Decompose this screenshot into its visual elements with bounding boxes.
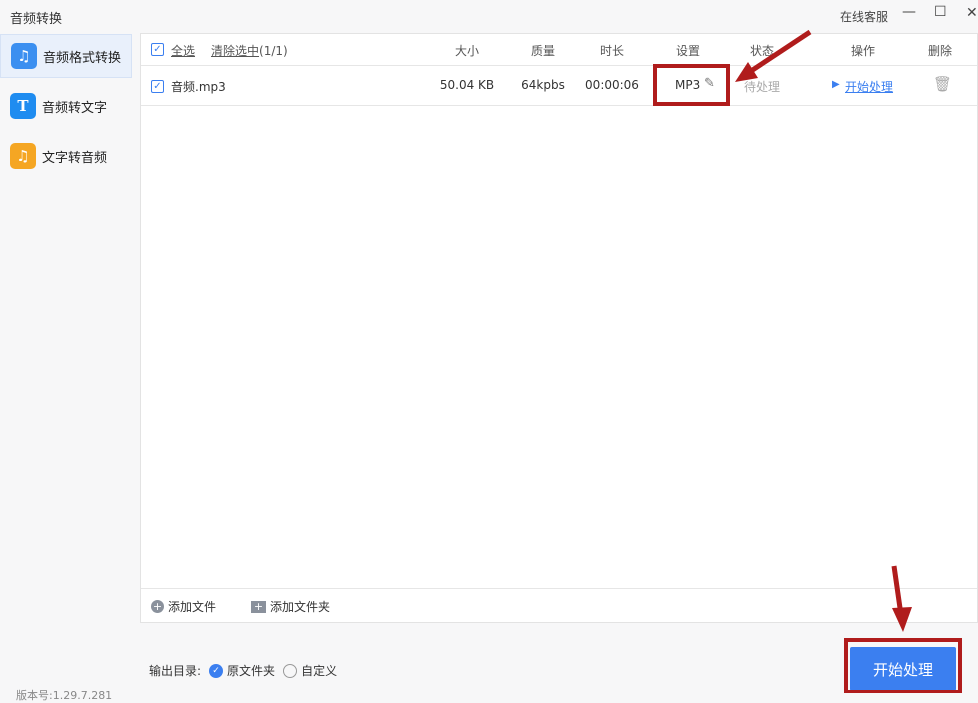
add-file-button[interactable]: + 添加文件 — [151, 598, 216, 615]
music-convert-icon: ♫ — [11, 43, 37, 69]
custom-label[interactable]: 自定义 — [301, 662, 337, 679]
row-checkbox[interactable]: ✓ — [151, 80, 164, 93]
folder-plus-icon: + — [251, 600, 266, 613]
col-settings: 设置 — [675, 44, 701, 58]
sidebar-item-audio-to-text[interactable]: T 音频转文字 — [0, 84, 132, 128]
col-size: 大小 — [454, 44, 480, 58]
file-name: 音频.mp3 — [171, 80, 226, 94]
trash-icon[interactable]: 🗑 — [933, 75, 952, 93]
table-row: ✓ 音频.mp3 50.04 KB 64kpbs 00:00:06 MP3 ✎ … — [141, 66, 977, 106]
sidebar-item-label: 音频格式转换 — [43, 50, 122, 66]
output-directory: 输出目录: ✓ 原文件夹 自定义 — [149, 662, 337, 679]
file-size: 50.04 KB — [439, 78, 495, 92]
start-process-button[interactable]: 开始处理 — [850, 647, 956, 691]
add-folder-label: 添加文件夹 — [270, 600, 331, 614]
output-label: 输出目录: — [149, 664, 202, 678]
maximize-button[interactable]: ☐ — [934, 4, 947, 20]
minimize-button[interactable]: — — [902, 4, 916, 20]
list-header: ✓ 全选 清除选中(1/1) 大小 质量 时长 设置 状态 操作 删除 — [141, 34, 977, 66]
sidebar-item-audio-format-convert[interactable]: ♫ 音频格式转换 — [0, 34, 132, 78]
select-all-checkbox[interactable]: ✓ — [151, 43, 164, 56]
window-title: 音频转换 — [10, 12, 63, 27]
play-icon[interactable]: ▶ — [832, 79, 840, 90]
status-text: 待处理 — [743, 80, 781, 94]
select-all-link[interactable]: 全选 — [171, 42, 195, 59]
online-support-link[interactable]: 在线客服 — [840, 8, 888, 25]
file-duration: 00:00:06 — [585, 78, 639, 92]
music-note-icon: ♫ — [10, 143, 36, 169]
add-file-label: 添加文件 — [168, 600, 217, 614]
text-t-icon: T — [10, 93, 36, 119]
file-quality: 64kpbs — [521, 78, 565, 92]
col-action: 操作 — [850, 44, 876, 58]
col-quality: 质量 — [530, 44, 556, 58]
plus-circle-icon: + — [151, 600, 164, 613]
original-folder-label[interactable]: 原文件夹 — [227, 662, 275, 679]
version-text: 版本号:1.29.7.281 — [16, 689, 113, 702]
col-delete: 删除 — [927, 44, 953, 58]
add-folder-button[interactable]: + 添加文件夹 — [251, 598, 330, 615]
clear-selection-link[interactable]: 清除选中 — [211, 44, 259, 58]
close-button[interactable]: ✕ — [966, 5, 978, 21]
col-duration: 时长 — [599, 44, 625, 58]
edit-icon[interactable]: ✎ — [704, 76, 715, 91]
bottom-toolbar: + 添加文件 + 添加文件夹 — [141, 588, 977, 622]
sidebar-item-label: 文字转音频 — [42, 150, 108, 166]
file-list-panel: ✓ 全选 清除选中(1/1) 大小 质量 时长 设置 状态 操作 删除 ✓ 音频… — [140, 33, 978, 623]
radio-original-folder[interactable]: ✓ — [209, 663, 224, 678]
sidebar-item-text-to-audio[interactable]: ♫ 文字转音频 — [0, 134, 132, 178]
start-row-link[interactable]: 开始处理 — [845, 78, 893, 95]
clear-selection[interactable]: 清除选中(1/1) — [211, 42, 288, 59]
format-setting[interactable]: MP3 — [675, 78, 700, 92]
sidebar-item-label: 音频转文字 — [42, 100, 108, 116]
radio-custom[interactable] — [283, 663, 298, 678]
col-status: 状态 — [749, 44, 775, 58]
selection-count: (1/1) — [259, 44, 288, 58]
